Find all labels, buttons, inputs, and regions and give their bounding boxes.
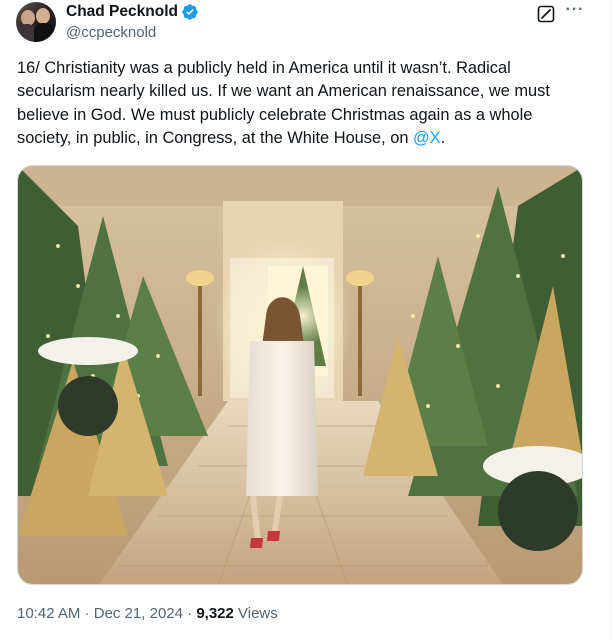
tweet-text-body: 16/ Christianity was a publicly held in …	[17, 59, 550, 148]
meta-separator-1: ·	[80, 605, 94, 622]
more-options-icon[interactable]: ···	[563, 2, 587, 23]
avatar-body-right	[34, 23, 54, 42]
author-name-row: Chad Pecknold	[66, 3, 199, 21]
meta-separator-2: ·	[182, 605, 197, 622]
tweet-card: Chad Pecknold @ccpecknold ··· 16/ Christ…	[0, 0, 612, 641]
views-label: Views	[233, 605, 278, 622]
avatar-face-right	[36, 8, 50, 24]
tweet-meta: 10:42 AM · Dec 21, 2024 · 9,322 Views	[17, 605, 278, 622]
tweet-photo[interactable]	[17, 165, 583, 585]
author-handle[interactable]: @ccpecknold	[66, 24, 156, 41]
views-count: 9,322	[196, 605, 234, 622]
tweet-text-end: .	[440, 129, 446, 148]
avatar[interactable]	[16, 2, 56, 42]
author-display-name[interactable]: Chad Pecknold	[66, 3, 178, 21]
tweet-date[interactable]: Dec 21, 2024	[94, 605, 183, 622]
tweet-time[interactable]: 10:42 AM	[17, 605, 80, 622]
tweet-text: 16/ Christianity was a publicly held in …	[17, 57, 587, 151]
mention-link[interactable]: @X	[413, 129, 441, 147]
photo-hallway-christmas-trees	[18, 166, 582, 584]
verified-badge-icon[interactable]	[181, 3, 199, 21]
grok-icon[interactable]	[537, 5, 555, 23]
